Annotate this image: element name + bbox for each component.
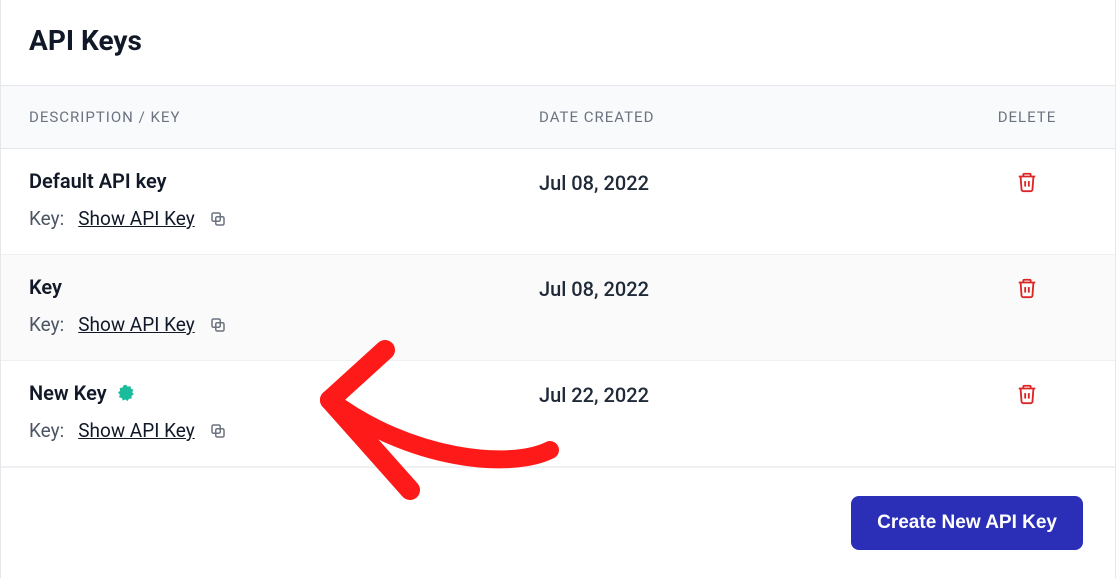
show-api-key-link[interactable]: Show API Key bbox=[78, 313, 194, 336]
col-header-date: DATE CREATED bbox=[539, 108, 967, 126]
key-prefix-label: Key: bbox=[29, 207, 64, 230]
api-key-title: New Key bbox=[29, 381, 539, 405]
copy-icon[interactable] bbox=[209, 316, 227, 334]
table-row: Key Key: Show API Key Jul 08, 2022 bbox=[1, 255, 1115, 361]
api-key-title: Key bbox=[29, 275, 539, 299]
show-api-key-link[interactable]: Show API Key bbox=[78, 419, 194, 442]
key-prefix-label: Key: bbox=[29, 419, 64, 442]
show-api-key-link[interactable]: Show API Key bbox=[78, 207, 194, 230]
key-prefix-label: Key: bbox=[29, 313, 64, 336]
page-title: API Keys bbox=[29, 24, 1087, 57]
api-key-date: Jul 22, 2022 bbox=[539, 381, 967, 407]
api-key-title: Default API key bbox=[29, 169, 539, 193]
table-row: New Key Key: Show API Key Jul 22, 2022 bbox=[1, 361, 1115, 467]
col-header-delete: DELETE bbox=[967, 108, 1087, 126]
page-header: API Keys bbox=[1, 0, 1115, 86]
col-header-description: DESCRIPTION / KEY bbox=[29, 108, 539, 126]
api-key-title-text: New Key bbox=[29, 381, 107, 405]
copy-icon[interactable] bbox=[209, 422, 227, 440]
trash-icon[interactable] bbox=[1016, 171, 1038, 193]
create-new-api-key-button[interactable]: Create New API Key bbox=[851, 496, 1083, 550]
api-key-date: Jul 08, 2022 bbox=[539, 169, 967, 195]
copy-icon[interactable] bbox=[209, 210, 227, 228]
table-header-row: DESCRIPTION / KEY DATE CREATED DELETE bbox=[1, 86, 1115, 149]
new-badge-icon bbox=[117, 384, 135, 402]
footer: Create New API Key bbox=[1, 467, 1115, 578]
api-key-date: Jul 08, 2022 bbox=[539, 275, 967, 301]
trash-icon[interactable] bbox=[1016, 383, 1038, 405]
trash-icon[interactable] bbox=[1016, 277, 1038, 299]
table-row: Default API key Key: Show API Key Jul 08… bbox=[1, 149, 1115, 255]
